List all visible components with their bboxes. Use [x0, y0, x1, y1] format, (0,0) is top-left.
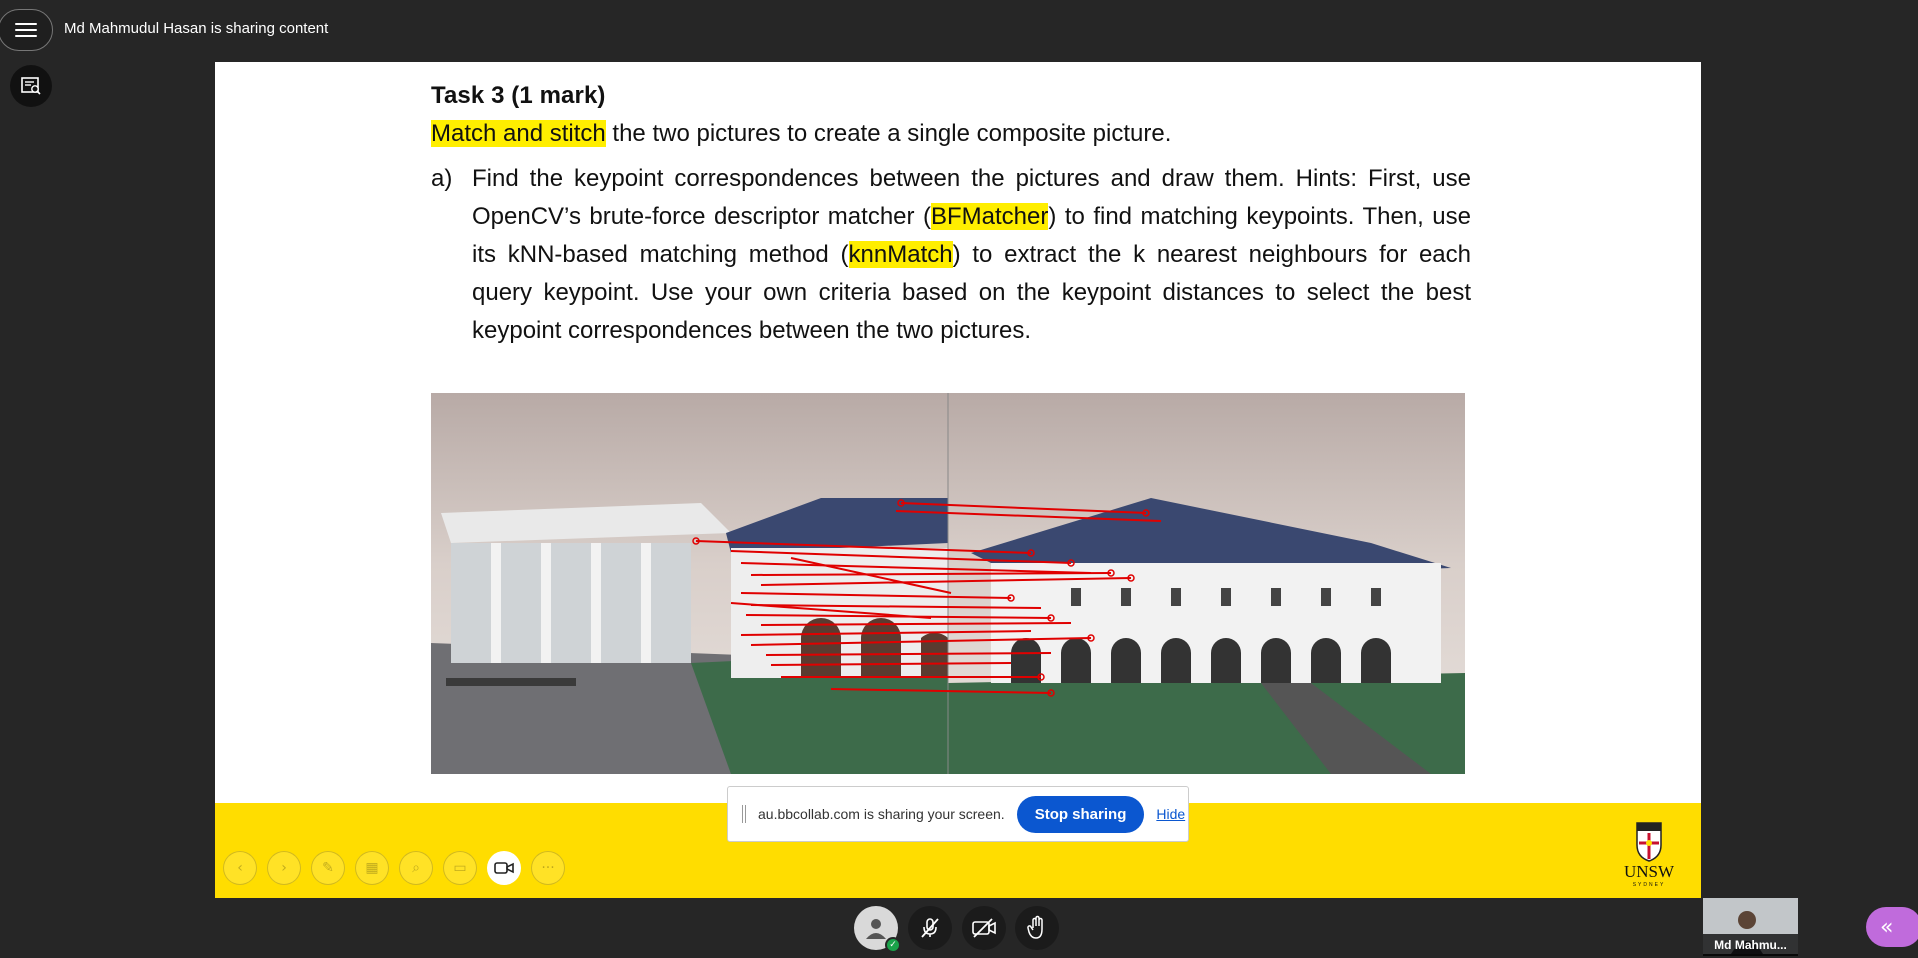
unsw-logo: UNSW SYDNEY	[1613, 819, 1685, 889]
hamburger-icon	[14, 23, 37, 37]
screen-share-banner: au.bbcollab.com is sharing your screen. …	[727, 786, 1189, 842]
slide-controls: ‹ › ✎ ▦ ⌕ ▭ ···	[223, 851, 565, 885]
more-icon: ···	[541, 860, 555, 876]
pen-icon: ✎	[322, 860, 334, 876]
task-item-a: a) Find the keypoint correspondences bet…	[431, 160, 1471, 350]
camera-off-icon	[972, 918, 996, 938]
screen-button[interactable]: ▭	[443, 851, 477, 885]
status-check-icon: ✓	[885, 937, 901, 953]
collaborate-panel-button[interactable]: «	[1866, 907, 1918, 947]
share-message: au.bbcollab.com is sharing your screen.	[758, 806, 1005, 822]
double-chevron-left-icon: «	[1880, 914, 1894, 940]
zoom-icon: ⌕	[412, 860, 420, 876]
raise-hand-button[interactable]	[1015, 906, 1059, 950]
shared-slide: Task 3 (1 mark) Match and stitch the two…	[215, 62, 1701, 898]
presenter-name: Md Mahmu...	[1703, 934, 1798, 956]
next-slide-button[interactable]: ›	[267, 851, 301, 885]
intro-text: the two pictures to create a single comp…	[605, 120, 1172, 147]
captions-panel-icon	[21, 77, 41, 95]
pen-button[interactable]: ✎	[311, 851, 345, 885]
more-button[interactable]: ···	[531, 851, 565, 885]
microphone-off-icon	[921, 918, 939, 938]
main-menu-button[interactable]	[0, 9, 53, 51]
prev-slide-icon: ‹	[237, 860, 243, 876]
intro-highlight: Match and stitch	[431, 120, 606, 147]
screen-icon: ▭	[453, 860, 467, 876]
drag-grip-icon[interactable]	[742, 805, 746, 823]
layout-icon: ▦	[365, 860, 379, 876]
next-slide-icon: ›	[281, 860, 287, 876]
my-status-button[interactable]: ✓	[854, 906, 901, 953]
zoom-button[interactable]: ⌕	[399, 851, 433, 885]
bottom-control-bar	[0, 898, 1918, 958]
sharing-status-title: Md Mahmudul Hasan is sharing content	[64, 20, 329, 37]
camera-toggle-button[interactable]	[962, 906, 1006, 950]
my-status-icon	[866, 919, 886, 939]
stop-sharing-button[interactable]: Stop sharing	[1016, 795, 1145, 833]
raise-hand-icon	[1027, 915, 1043, 939]
layout-button[interactable]: ▦	[355, 851, 389, 885]
camera-icon	[494, 862, 514, 874]
keypoint-matching-image	[431, 393, 1465, 774]
top-bar: Md Mahmudul Hasan is sharing content	[0, 0, 1918, 60]
captions-panel-button[interactable]	[10, 65, 52, 107]
camera-button[interactable]	[487, 851, 521, 885]
unsw-logo-subtext: SYDNEY	[1633, 882, 1666, 888]
unsw-logo-text: UNSW	[1624, 862, 1675, 881]
knnmatch-highlight: knnMatch	[848, 241, 953, 268]
task-intro: Match and stitch the two pictures to cre…	[431, 120, 1471, 148]
bfmatcher-highlight: BFMatcher	[930, 203, 1049, 230]
item-body: Find the keypoint correspondences betwee…	[472, 160, 1471, 350]
task-title: Task 3 (1 mark)	[431, 82, 606, 109]
hide-link[interactable]: Hide	[1156, 806, 1185, 822]
item-label: a)	[431, 165, 453, 192]
microphone-button[interactable]	[908, 906, 952, 950]
slide-text: Task 3 (1 mark) Match and stitch the two…	[431, 82, 1471, 350]
prev-slide-button[interactable]: ‹	[223, 851, 257, 885]
matched-buildings-picture	[431, 393, 1465, 774]
